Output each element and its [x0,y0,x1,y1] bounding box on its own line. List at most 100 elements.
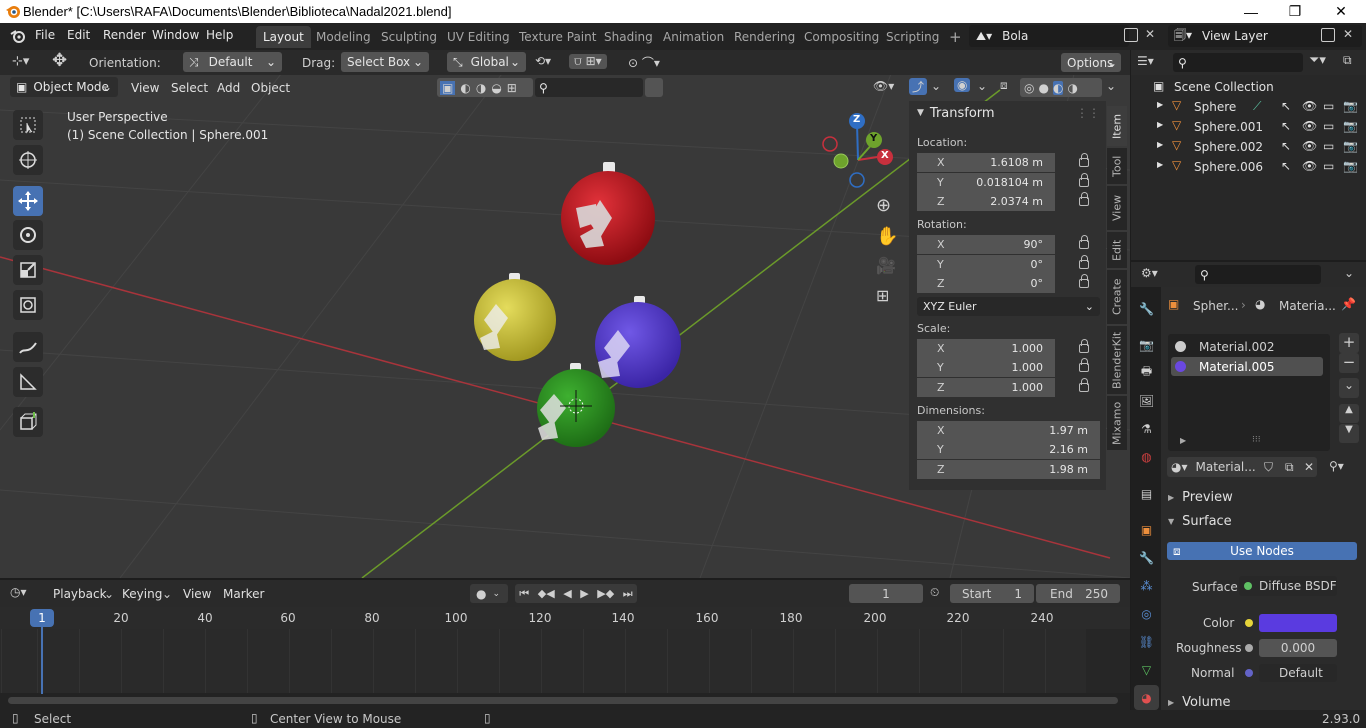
preview-section-header[interactable]: ▶ Preview [1164,486,1366,508]
lock-icon[interactable] [1079,153,1089,167]
location-z-field[interactable]: Z 2.0374 m [917,192,1055,211]
material-specials-button[interactable]: ⌄ [1339,378,1359,398]
use-nodes-button[interactable]: ⧈ Use Nodes [1167,542,1357,560]
output-tab[interactable]: 🖶 [1134,360,1159,385]
physics-tab[interactable]: ◎ [1134,601,1159,626]
scene-selector[interactable]: ⛰▾ Bola [969,25,1129,47]
tab-sculpting[interactable]: Sculpting [374,26,444,48]
red-ornament[interactable] [561,162,655,265]
timeline-scrollbar[interactable] [8,697,1118,704]
expand-icon[interactable]: ▶ [1157,140,1163,149]
viewport-disable-icon[interactable]: ▭ [1323,119,1334,133]
scale-y-field[interactable]: Y 1.000 [917,358,1055,377]
lock-icon[interactable] [1079,235,1089,249]
ortho-grid-icon[interactable]: ⊞ [876,286,889,305]
camera-filter-icon[interactable]: ⊞ [507,81,517,95]
viewport-menu-add[interactable]: Add [217,81,240,95]
lock-icon[interactable] [1079,358,1089,372]
scale-z-field[interactable]: Z 1.000 [917,378,1055,397]
normal-dropdown[interactable]: Default [1259,664,1337,682]
viewport-search-input[interactable]: ⚲ [535,78,643,97]
select-toggle-icon[interactable]: ↖ [1281,159,1291,173]
start-frame-field[interactable]: Start 1 [950,584,1034,603]
tab-modeling[interactable]: Modeling [309,26,378,48]
play-icon[interactable]: ▶ [580,587,588,600]
current-frame-field[interactable]: 1 [849,584,923,603]
zoom-icon[interactable]: ⊕ [876,195,891,216]
tab-texture-paint[interactable]: Texture Paint [512,26,603,48]
sidebar-tab-view[interactable]: View [1107,186,1127,230]
preview-range-icon[interactable]: ⏲ [930,585,939,600]
material-tab[interactable]: ◕ [1134,685,1159,710]
duplicate-material-icon[interactable]: ⧉ [1285,460,1294,475]
location-x-field[interactable]: X 1.6108 m [917,153,1055,172]
timeline-track-area[interactable] [0,629,1086,693]
normal-socket-icon[interactable] [1245,669,1253,677]
remove-material-slot-button[interactable]: − [1339,353,1359,373]
eye-icon[interactable]: 👁 [1302,119,1317,133]
menu-help[interactable]: Help [206,28,233,42]
cursor-tool[interactable] [13,145,43,175]
transform-header[interactable]: ▼ Transform ⋮⋮ [909,101,1106,125]
orientation-dropdown[interactable]: ⤨ Default ⌄ [183,52,282,72]
jump-start-icon[interactable]: ⏮ [519,587,529,601]
dimensions-z-field[interactable]: Z 1.98 m [917,460,1100,479]
color-socket-icon[interactable] [1245,619,1253,627]
material-preview-icon[interactable]: ◐ [1052,80,1064,95]
menu-render[interactable]: Render [103,28,146,42]
menu-file[interactable]: File [35,28,55,42]
outliner-item-sphere-006[interactable]: ▶ ▽ Sphere.006 ↖ 👁 ▭ 📷 [1131,157,1366,177]
viewport-disable-icon[interactable]: ▭ [1323,139,1334,153]
sidebar-tab-tool[interactable]: Tool [1107,148,1127,184]
sidebar-tab-mixamo[interactable]: Mixamo [1107,396,1127,450]
drag-handle-icon[interactable]: ⋮⋮ [1076,106,1100,120]
light-filter-icon[interactable]: ◒ [491,81,501,95]
viewport-menu-view[interactable]: View [131,81,159,95]
select-toggle-icon[interactable]: ↖ [1281,139,1291,153]
tab-compositing[interactable]: Compositing [797,26,886,48]
constraints-tab[interactable]: ⛓ [1134,629,1159,654]
lock-icon[interactable] [1079,255,1089,269]
rotation-mode-dropdown[interactable]: XYZ Euler ⌄ [917,297,1100,316]
lock-icon[interactable] [1079,274,1089,288]
tab-scripting[interactable]: Scripting [879,26,946,48]
outliner-editor-icon[interactable]: ☰▾ [1137,54,1154,68]
rotate-tool[interactable] [13,220,43,250]
camera-view-icon[interactable]: 🎥 [876,256,896,275]
menu-edit[interactable]: Edit [67,28,90,42]
delete-scene-icon[interactable]: ✕ [1145,27,1155,41]
properties-editor-icon[interactable]: ⚙▾ [1141,266,1158,280]
timeline-menu-playback[interactable]: Playback [53,587,107,601]
material-slot-active[interactable]: Material.005 [1171,357,1323,376]
render-camera-icon[interactable]: 📷 [1343,119,1358,133]
select-toggle-icon[interactable]: ↖ [1281,119,1291,133]
material-slot[interactable]: Material.002 [1171,337,1327,356]
snap-icon[interactable]: ⩌ ⊞▾ [569,54,607,69]
material-datablock[interactable]: ◕▾ Material... ⛉ ⧉ ✕ [1167,457,1317,477]
pin-icon[interactable]: 📌 [1341,297,1356,311]
delete-view-layer-icon[interactable]: ✕ [1343,27,1353,41]
sidebar-tab-create[interactable]: Create [1107,270,1127,324]
node-link-icon[interactable]: ⚲▾ [1329,459,1344,473]
eye-icon[interactable]: 👁 [1302,159,1317,173]
expand-icon[interactable]: ▶ [1157,100,1163,109]
properties-search-input[interactable]: ⚲ [1195,265,1321,284]
options-dropdown[interactable]: Options ⌄ [1061,53,1121,72]
move-tool[interactable] [13,186,43,216]
properties-scrollbar[interactable] [1357,292,1363,692]
new-view-layer-icon[interactable] [1321,28,1335,42]
tool-icon[interactable]: ⊹▾ [12,54,29,69]
end-frame-field[interactable]: End 250 [1036,584,1120,603]
particles-tab[interactable]: ⁂ [1134,573,1159,598]
new-collection-icon[interactable]: ⧉ [1343,53,1352,68]
lock-icon[interactable] [1079,173,1089,187]
proportional-edit-icon[interactable]: ⊙ ⌒▾ [628,54,660,71]
dimensions-y-field[interactable]: Y 2.16 m [917,440,1100,459]
expand-icon[interactable]: ▶ [1180,436,1186,445]
timeline-editor-icon[interactable]: ◷▾ [10,585,27,599]
playhead[interactable]: 1 [30,609,54,627]
eye-icon[interactable]: 👁 [1302,139,1317,153]
select-box-tool[interactable] [13,110,43,140]
transform-orientation-dropdown[interactable]: ⤡ Global ⌄ [447,52,526,72]
prev-keyframe-icon[interactable]: ◆◀ [538,587,555,600]
